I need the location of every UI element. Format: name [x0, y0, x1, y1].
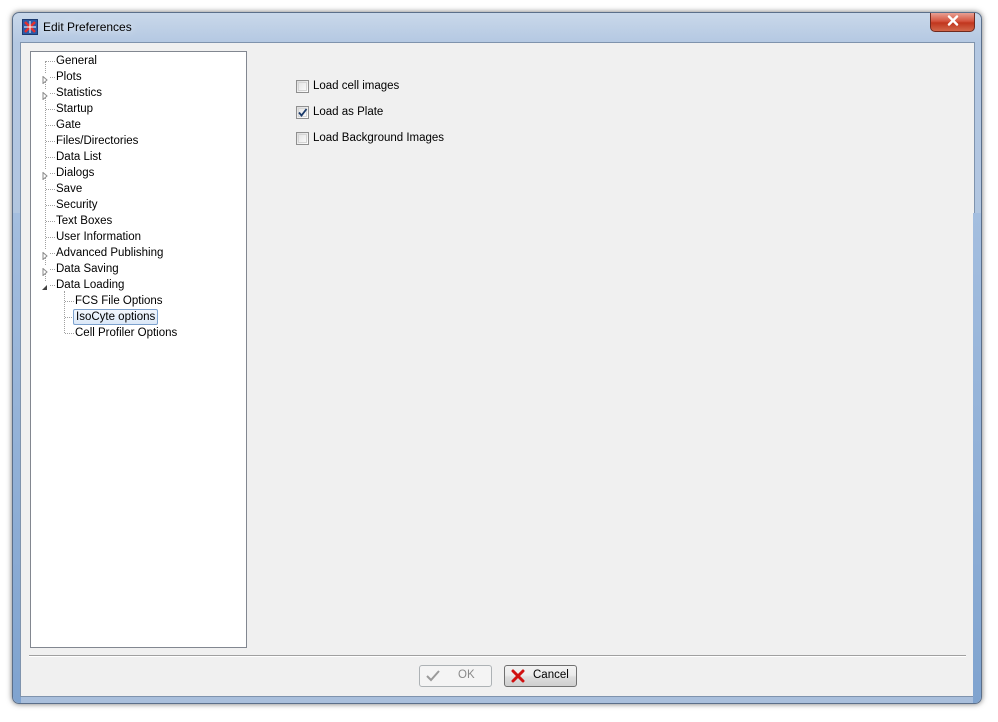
tree-item[interactable]: Security [31, 197, 244, 213]
expand-triangle-icon[interactable] [41, 89, 49, 101]
tree-item-label[interactable]: Security [54, 197, 100, 213]
tree-item-label[interactable]: Data Saving [54, 261, 121, 277]
tree-item-label[interactable]: User Information [54, 229, 143, 245]
close-icon [947, 15, 959, 29]
load-cell-images-checkbox[interactable] [296, 79, 309, 93]
tree-item[interactable]: General [31, 53, 244, 69]
load-background-images-checkbox[interactable] [296, 131, 309, 145]
collapse-triangle-icon[interactable] [41, 281, 49, 290]
load-cell-images-label[interactable]: Load cell images [313, 80, 399, 92]
tree-item-label[interactable]: Data Loading [54, 277, 126, 293]
preferences-window: Edit Preferences General Plots Statistics S… [12, 12, 982, 704]
app-logo-icon [22, 19, 38, 35]
tree-item-label[interactable]: General [54, 53, 99, 69]
tree-item-label[interactable]: FCS File Options [73, 293, 165, 309]
tree-item[interactable]: Cell Profiler Options [31, 325, 244, 341]
tree-item-label[interactable]: Plots [54, 69, 84, 85]
close-button[interactable] [930, 13, 975, 32]
tree-item[interactable]: User Information [31, 229, 244, 245]
footer-separator [29, 655, 966, 657]
window-title: Edit Preferences [43, 20, 132, 34]
tree-item[interactable]: Save [31, 181, 244, 197]
tree-item-label[interactable]: IsoCyte options [73, 309, 159, 325]
ok-button[interactable]: OK [419, 665, 492, 687]
tree-item-label[interactable]: Advanced Publishing [54, 245, 165, 261]
load-as-plate-label[interactable]: Load as Plate [313, 106, 383, 118]
tree-item-label[interactable]: Gate [54, 117, 83, 133]
preferences-tree[interactable]: General Plots Statistics Startup Gate Files/D… [30, 51, 247, 648]
tree-item[interactable]: Startup [31, 101, 244, 117]
tree-item[interactable]: Statistics [31, 85, 244, 101]
expand-triangle-icon[interactable] [41, 73, 49, 85]
red-x-icon [510, 669, 526, 683]
tree-item-label[interactable]: Startup [54, 101, 95, 117]
tree-item-label[interactable]: Dialogs [54, 165, 96, 181]
tree-item[interactable]: Files/Directories [31, 133, 244, 149]
load-as-plate-option[interactable]: Load as Plate [296, 104, 383, 120]
load-background-images-label[interactable]: Load Background Images [313, 132, 444, 144]
cancel-button[interactable]: Cancel [504, 665, 577, 687]
expand-triangle-icon[interactable] [41, 265, 49, 277]
load-background-images-option[interactable]: Load Background Images [296, 130, 444, 146]
tree-item[interactable]: Plots [31, 69, 244, 85]
tree-item[interactable]: Text Boxes [31, 213, 244, 229]
tree-item[interactable]: Data List [31, 149, 244, 165]
load-as-plate-checkbox[interactable] [296, 105, 309, 119]
tree-item-label[interactable]: Statistics [54, 85, 104, 101]
tree-item-label[interactable]: Files/Directories [54, 133, 140, 149]
tree-item[interactable]: Advanced Publishing [31, 245, 244, 261]
tree-item[interactable]: FCS File Options [31, 293, 244, 309]
checkmark-icon [425, 669, 441, 683]
ok-label: OK [458, 669, 475, 681]
title-bar[interactable]: Edit Preferences [13, 13, 981, 41]
tree-item[interactable]: Data Loading [31, 277, 244, 293]
cancel-label: Cancel [533, 669, 569, 681]
tree-item-label[interactable]: Save [54, 181, 84, 197]
expand-triangle-icon[interactable] [41, 169, 49, 181]
tree-item-label[interactable]: Data List [54, 149, 103, 165]
dialog-content: General Plots Statistics Startup Gate Files/D… [20, 42, 975, 697]
tree-item[interactable]: Gate [31, 117, 244, 133]
tree-item[interactable]: Data Saving [31, 261, 244, 277]
expand-triangle-icon[interactable] [41, 249, 49, 261]
tree-item-label[interactable]: Text Boxes [54, 213, 114, 229]
load-cell-images-option[interactable]: Load cell images [296, 78, 399, 94]
checkmark-icon [298, 107, 308, 117]
tree-item[interactable]: IsoCyte options [31, 309, 244, 325]
tree-item-label[interactable]: Cell Profiler Options [73, 325, 179, 341]
tree-item[interactable]: Dialogs [31, 165, 244, 181]
